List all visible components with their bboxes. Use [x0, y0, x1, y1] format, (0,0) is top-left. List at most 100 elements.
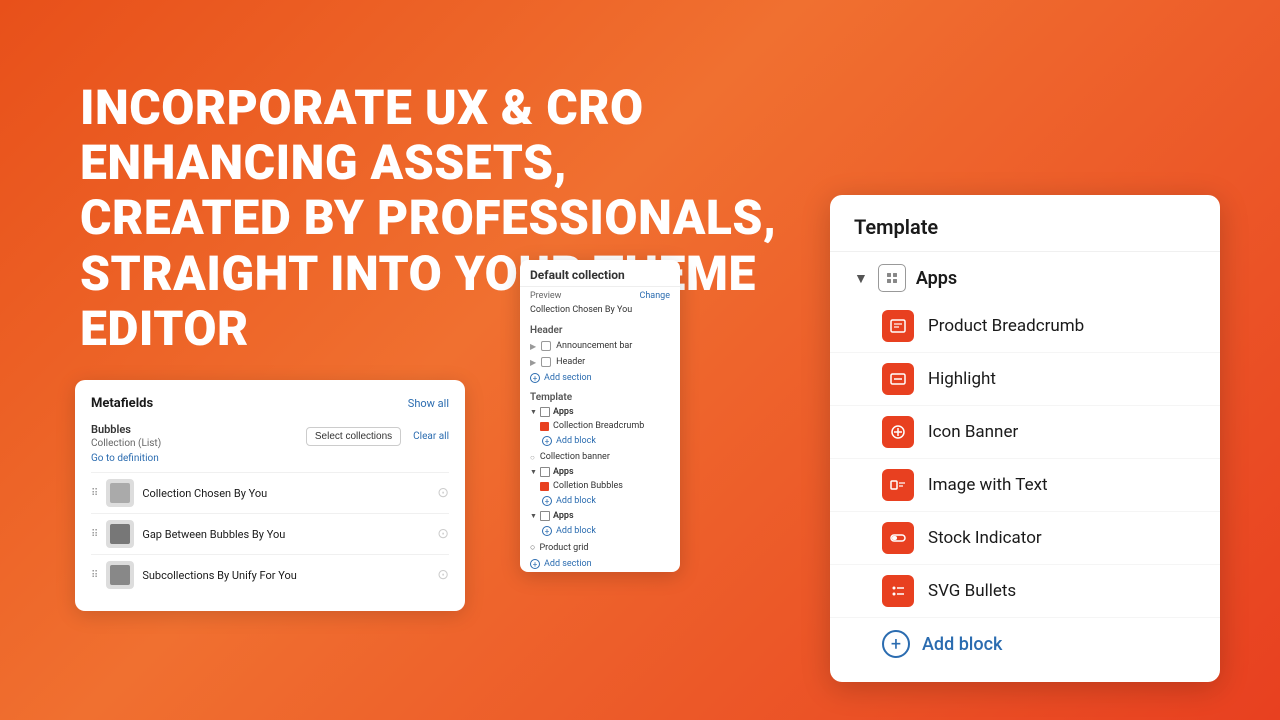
- item-label: Highlight: [928, 369, 996, 389]
- add-section-label: Add section: [544, 373, 592, 383]
- list-item[interactable]: Icon Banner: [830, 406, 1220, 459]
- metafields-field-row: Bubbles Collection (List) Select collect…: [91, 423, 449, 449]
- add-block-label-1: Add block: [556, 436, 596, 446]
- collection-banner-label: Collection banner: [540, 452, 610, 462]
- announcement-bar-item[interactable]: ▶ Announcement bar: [520, 338, 680, 354]
- app-icon: [882, 575, 914, 607]
- field-type: Collection (List): [91, 438, 161, 449]
- header-section-label: Header: [520, 319, 680, 338]
- plus-icon: +: [542, 496, 552, 506]
- announcement-bar-label: Announcement bar: [556, 341, 632, 351]
- select-collections-button[interactable]: Select collections: [306, 427, 401, 446]
- collection-banner-item[interactable]: ○ Collection banner: [520, 449, 680, 465]
- header-label: Header: [556, 357, 585, 367]
- apps-grid-icon: [540, 467, 550, 477]
- list-item[interactable]: Image with Text: [830, 459, 1220, 512]
- collection-item-label: Gap Between Bubbles By You: [142, 528, 429, 541]
- add-block-label: Add block: [922, 634, 1002, 655]
- add-section-bottom-label: Add section: [544, 559, 592, 569]
- app-icon: [882, 416, 914, 448]
- go-to-definition-link[interactable]: Go to definition: [91, 453, 449, 464]
- more-options-icon[interactable]: ⊙: [437, 526, 449, 542]
- template-panel-title: Template: [830, 215, 1220, 252]
- collection-item-label: Subcollections By Unify For You: [142, 569, 429, 582]
- app-icon: [882, 522, 914, 554]
- toggle-arrow-icon: ▼: [530, 408, 537, 416]
- chevron-right-icon: ▶: [530, 342, 536, 351]
- apps-label-1: Apps: [553, 407, 574, 417]
- drag-handle-icon[interactable]: ⠿: [91, 488, 98, 499]
- collection-item-label: Collection Chosen By You: [142, 487, 429, 500]
- add-block-icon: +: [882, 630, 910, 658]
- collection-breadcrumb-label: Collection Breadcrumb: [553, 421, 644, 431]
- section-icon: [541, 341, 551, 351]
- collection-breadcrumb-item[interactable]: Collection Breadcrumb: [520, 419, 680, 433]
- product-grid-item[interactable]: ○ Product grid: [520, 539, 680, 556]
- plus-icon: +: [542, 526, 552, 536]
- add-block-label-2: Add block: [556, 496, 596, 506]
- item-label: Image with Text: [928, 475, 1048, 495]
- headline-line3: STRAIGHT INTO YOUR THEME EDITOR: [80, 246, 860, 356]
- plus-icon: +: [530, 559, 540, 569]
- add-block-button[interactable]: + Add block: [830, 618, 1220, 662]
- more-options-icon[interactable]: ⊙: [437, 567, 449, 583]
- collection-thumbnail: [106, 561, 134, 589]
- item-label: SVG Bullets: [928, 581, 1016, 601]
- more-options-icon[interactable]: ⊙: [437, 485, 449, 501]
- table-row: ⠿ Collection Chosen By You ⊙: [91, 472, 449, 513]
- show-all-button[interactable]: Show all: [408, 397, 449, 410]
- header-item[interactable]: ▶ Header: [520, 354, 680, 370]
- list-item[interactable]: Product Breadcrumb: [830, 300, 1220, 353]
- apps-grid-icon: [878, 264, 906, 292]
- plus-icon: +: [542, 436, 552, 446]
- collection-bubbles-label: Colletion Bubbles: [553, 481, 623, 491]
- apps-label-2: Apps: [553, 467, 574, 477]
- chevron-down-icon: ▼: [854, 270, 868, 287]
- collection-bubbles-item[interactable]: Colletion Bubbles: [520, 479, 680, 493]
- list-item[interactable]: Stock Indicator: [830, 512, 1220, 565]
- add-block-button-2[interactable]: + Add block: [520, 493, 680, 509]
- drag-handle-icon[interactable]: ⠿: [91, 570, 98, 581]
- apps-grid-icon: [540, 511, 550, 521]
- add-block-label-3: Add block: [556, 526, 596, 536]
- apps-section-2[interactable]: ▼ Apps: [520, 465, 680, 479]
- apps-section-3[interactable]: ▼ Apps: [520, 509, 680, 523]
- app-icon: [882, 469, 914, 501]
- change-button[interactable]: Change: [639, 291, 670, 301]
- metafields-field-info: Bubbles Collection (List): [91, 423, 161, 449]
- app-block-icon: [540, 482, 549, 491]
- apps-label-3: Apps: [553, 511, 574, 521]
- drag-handle-icon[interactable]: ⠿: [91, 529, 98, 540]
- add-section-button[interactable]: + Add section: [520, 370, 680, 386]
- chevron-right-icon: ▶: [530, 358, 536, 367]
- section-icon: [541, 357, 551, 367]
- metafields-header: Metafields Show all: [91, 396, 449, 411]
- table-row: ⠿ Subcollections By Unify For You ⊙: [91, 554, 449, 595]
- template-panel: Template ▼ Apps: [830, 195, 1220, 682]
- collection-thumbnail: [106, 479, 134, 507]
- app-icon: [882, 363, 914, 395]
- item-label: Product Breadcrumb: [928, 316, 1084, 336]
- add-section-bottom-button[interactable]: + Add section: [520, 556, 680, 572]
- metafields-panel: Metafields Show all Bubbles Collection (…: [75, 380, 465, 611]
- list-item[interactable]: Highlight: [830, 353, 1220, 406]
- plus-icon: +: [530, 373, 540, 383]
- field-label: Bubbles: [91, 423, 161, 436]
- toggle-arrow-icon: ▼: [530, 512, 537, 520]
- template-section-label: Template: [520, 386, 680, 405]
- apps-grid-icon: [540, 407, 550, 417]
- app-icon: [882, 310, 914, 342]
- clear-all-button[interactable]: Clear all: [413, 431, 449, 442]
- theme-editor-panel: Default collection Preview Change Collec…: [520, 260, 680, 572]
- preview-row: Preview Change: [520, 287, 680, 305]
- add-block-button-3[interactable]: + Add block: [520, 523, 680, 539]
- apps-section-1[interactable]: ▼ Apps: [520, 405, 680, 419]
- main-background: INCORPORATE UX & CRO ENHANCING ASSETS, C…: [0, 0, 1280, 720]
- product-grid-label: Product grid: [539, 543, 588, 553]
- list-item[interactable]: SVG Bullets: [830, 565, 1220, 618]
- apps-section-header[interactable]: ▼ Apps: [830, 252, 1220, 300]
- apps-section-label: Apps: [916, 268, 957, 289]
- add-block-button-1[interactable]: + Add block: [520, 433, 680, 449]
- item-label: Stock Indicator: [928, 528, 1042, 548]
- metafields-title: Metafields: [91, 396, 153, 411]
